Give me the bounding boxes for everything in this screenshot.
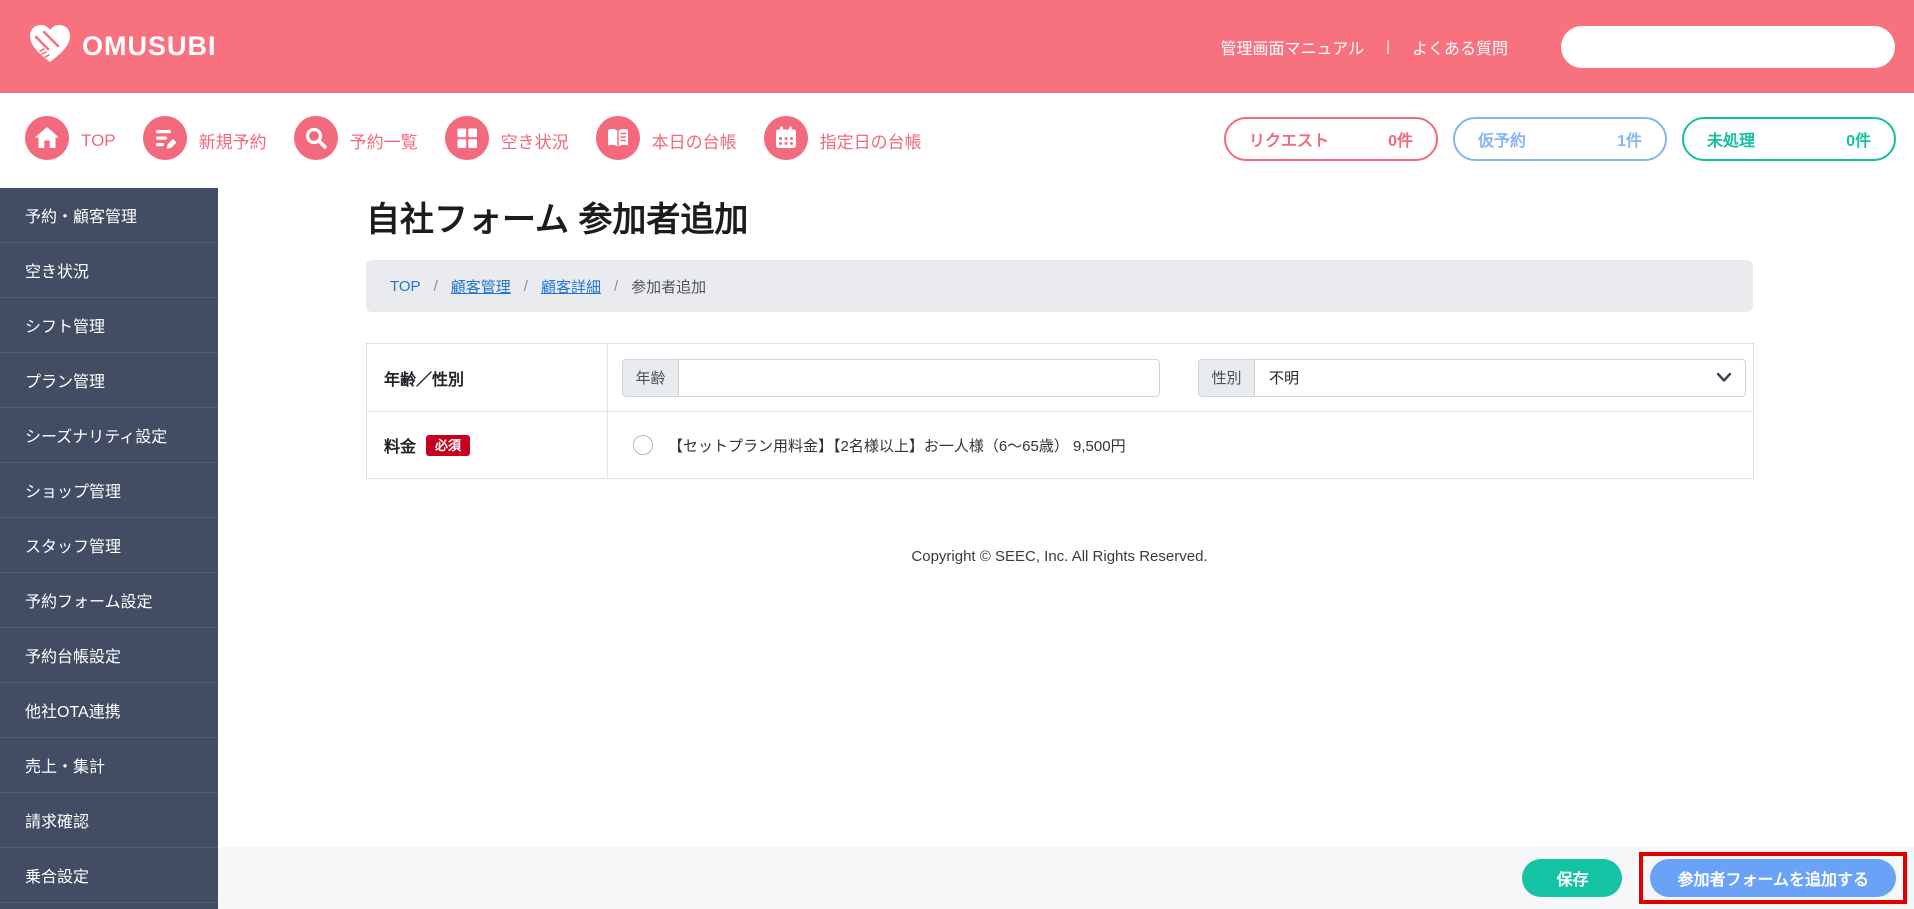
omusubi-heart-hands-icon xyxy=(28,24,72,69)
save-button[interactable]: 保存 xyxy=(1522,859,1623,897)
copyright-text: Copyright © SEEC, Inc. All Rights Reserv… xyxy=(911,548,1208,565)
nav-label-reservation-list: 予約一覧 xyxy=(349,133,418,152)
badge-request-count: 0件 xyxy=(1388,133,1413,150)
price-label: 料金 xyxy=(384,439,417,456)
sidebar-item-shop[interactable]: ショップ管理 xyxy=(0,463,218,518)
badge-provisional[interactable]: 仮予約 1件 xyxy=(1453,117,1667,161)
header-links: 管理画面マニュアル | よくある質問 xyxy=(1221,25,1895,68)
gender-input-group: 性別 不明 xyxy=(1198,358,1746,397)
sidebar-item-reservation-ledger[interactable]: 予約台帳設定 xyxy=(0,628,218,683)
header-search-input[interactable] xyxy=(1561,25,1895,68)
page-title: 自社フォーム 参加者追加 xyxy=(366,201,749,239)
badge-unprocessed-count: 0件 xyxy=(1846,133,1871,150)
price-row: 料金 必須 【セットプラン用料金】【2名様以上】お一人様（6〜65歳） 9,50… xyxy=(367,411,1753,478)
gender-prefix-label: 性別 xyxy=(1198,358,1254,397)
badge-provisional-count: 1件 xyxy=(1617,133,1642,150)
header-link-divider: | xyxy=(1386,38,1390,55)
brand-name: OMUSUBI xyxy=(82,31,217,61)
main-navbar: TOP 新規予約 予約一覧 空き状況 本日の台帳 指定日の台帳 リクエスト 0件… xyxy=(0,93,1914,188)
badge-request[interactable]: リクエスト 0件 xyxy=(1224,117,1438,161)
breadcrumb-current: 参加者追加 xyxy=(631,278,707,296)
sidebar-item-ota[interactable]: 他社OTA連携 xyxy=(0,683,218,738)
gender-select-value: 不明 xyxy=(1269,370,1300,387)
book-icon xyxy=(595,116,640,165)
nav-items: TOP 新規予約 予約一覧 空き状況 本日の台帳 指定日の台帳 xyxy=(25,93,922,188)
chevron-down-icon xyxy=(1716,369,1732,386)
page: OMUSUBI 管理画面マニュアル | よくある質問 TOP 新規予約 予約一覧… xyxy=(0,0,1914,909)
nav-label-today-ledger: 本日の台帳 xyxy=(651,133,737,152)
footer-action-bar: 保存 参加者フォームを追加する xyxy=(218,847,1914,909)
new-reservation-icon xyxy=(142,116,187,165)
nav-item-top[interactable]: TOP xyxy=(25,116,116,165)
age-prefix-label: 年齢 xyxy=(622,358,678,397)
breadcrumb-separator: / xyxy=(433,277,438,295)
badge-provisional-label: 仮予約 xyxy=(1478,133,1527,150)
nav-label-date-ledger: 指定日の台帳 xyxy=(819,133,922,152)
age-gender-row: 年齢／性別 年齢 性別 不明 xyxy=(367,344,1753,411)
sidebar-item-availability[interactable]: 空き状況 xyxy=(0,243,218,298)
price-option-label: 【セットプラン用料金】【2名様以上】お一人様（6〜65歳） 9,500円 xyxy=(668,437,1126,455)
badge-unprocessed[interactable]: 未処理 0件 xyxy=(1682,117,1896,161)
price-label-cell: 料金 必須 xyxy=(367,412,608,478)
sidebar-item-staff[interactable]: スタッフ管理 xyxy=(0,518,218,573)
price-content: 【セットプラン用料金】【2名様以上】お一人様（6〜65歳） 9,500円 xyxy=(608,412,1753,478)
nav-label-availability: 空き状況 xyxy=(500,133,569,152)
badge-unprocessed-label: 未処理 xyxy=(1707,133,1756,150)
grid-icon xyxy=(444,116,489,165)
breadcrumb-separator: / xyxy=(613,277,619,295)
breadcrumb-customer-management[interactable]: 顧客管理 xyxy=(451,276,511,297)
breadcrumb-separator: / xyxy=(523,277,528,295)
sidebar-item-billing[interactable]: 請求確認 xyxy=(0,793,218,848)
required-badge: 必須 xyxy=(426,434,471,456)
nav-item-reservation-list[interactable]: 予約一覧 xyxy=(293,116,418,165)
age-gender-label: 年齢／性別 xyxy=(367,344,608,411)
participant-form-table: 年齢／性別 年齢 性別 不明 料金 必須 【セットプラン用料金】【2名様以上】お… xyxy=(366,343,1754,479)
badge-request-label: リクエスト xyxy=(1249,133,1330,150)
breadcrumb: TOP / 顧客管理 / 顧客詳細 / 参加者追加 xyxy=(366,260,1753,312)
faq-link[interactable]: よくある質問 xyxy=(1412,35,1508,59)
sidebar-item-reservation-customer[interactable]: 予約・顧客管理 xyxy=(0,188,218,243)
age-gender-content: 年齢 性別 不明 xyxy=(608,344,1753,411)
sidebar-item-seasonality[interactable]: シーズナリティ設定 xyxy=(0,408,218,463)
sidebar-item-shift[interactable]: シフト管理 xyxy=(0,298,218,353)
age-input-group: 年齢 xyxy=(622,358,1160,397)
nav-label-new-reservation: 新規予約 xyxy=(198,133,267,152)
nav-label-top: TOP xyxy=(81,130,116,150)
main-content: 自社フォーム 参加者追加 TOP / 顧客管理 / 顧客詳細 / 参加者追加 年… xyxy=(218,188,1914,847)
age-input[interactable] xyxy=(678,358,1160,397)
breadcrumb-customer-detail[interactable]: 顧客詳細 xyxy=(541,276,601,297)
breadcrumb-top[interactable]: TOP xyxy=(390,278,421,295)
manual-link[interactable]: 管理画面マニュアル xyxy=(1221,35,1365,59)
red-highlight-box: 参加者フォームを追加する xyxy=(1639,852,1907,904)
nav-item-date-ledger[interactable]: 指定日の台帳 xyxy=(763,116,922,165)
app-header: OMUSUBI 管理画面マニュアル | よくある質問 xyxy=(0,0,1914,93)
calendar-icon xyxy=(763,116,808,165)
nav-item-today-ledger[interactable]: 本日の台帳 xyxy=(595,116,737,165)
home-icon xyxy=(25,116,69,165)
sidebar-item-plan[interactable]: プラン管理 xyxy=(0,353,218,408)
brand-logo[interactable]: OMUSUBI xyxy=(28,24,217,69)
price-radio[interactable] xyxy=(633,435,653,455)
sidebar: 予約・顧客管理 空き状況 シフト管理 プラン管理 シーズナリティ設定 ショップ管… xyxy=(0,188,218,909)
nav-item-availability[interactable]: 空き状況 xyxy=(444,116,569,165)
sidebar-item-shared[interactable]: 乗合設定 xyxy=(0,848,218,903)
search-icon xyxy=(293,116,338,165)
add-participant-form-button[interactable]: 参加者フォームを追加する xyxy=(1650,859,1896,897)
sidebar-item-sales[interactable]: 売上・集計 xyxy=(0,738,218,793)
nav-item-new-reservation[interactable]: 新規予約 xyxy=(142,116,267,165)
sidebar-item-reservation-form[interactable]: 予約フォーム設定 xyxy=(0,573,218,628)
gender-select[interactable]: 不明 xyxy=(1254,358,1746,397)
status-badges: リクエスト 0件 仮予約 1件 未処理 0件 xyxy=(1224,117,1896,161)
